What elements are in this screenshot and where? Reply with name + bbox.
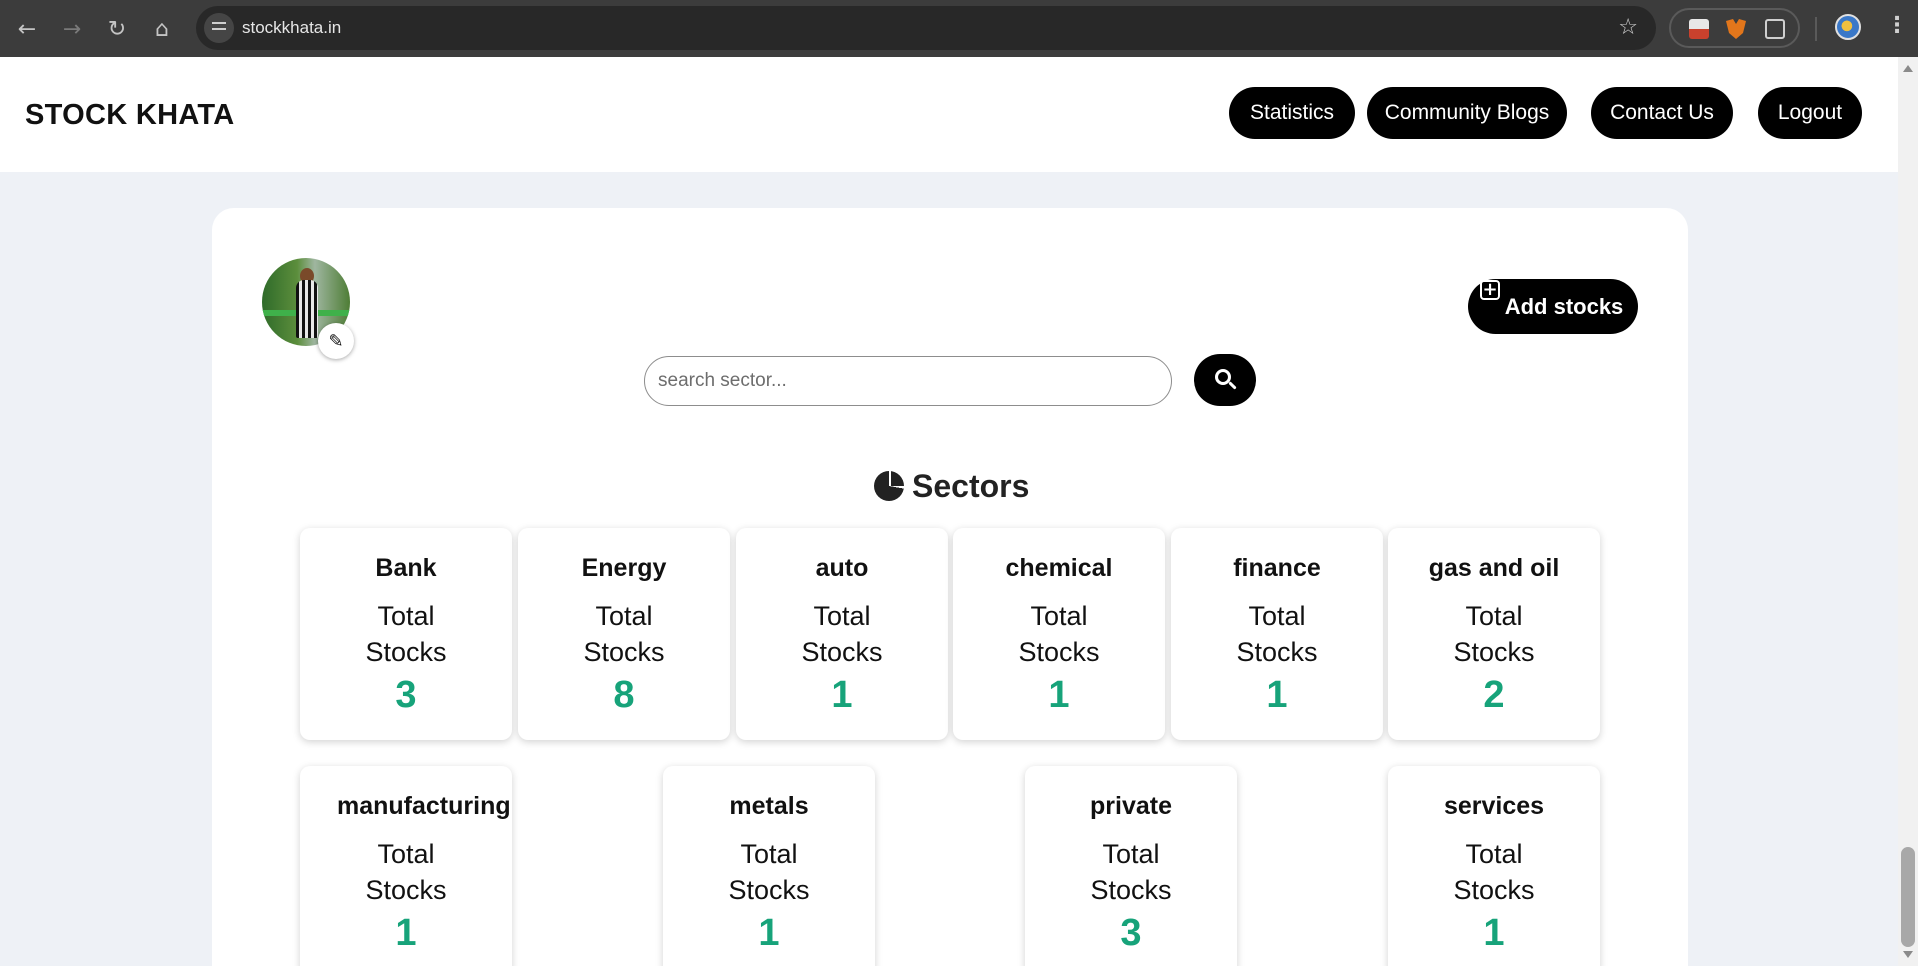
sector-card-finance[interactable]: finance Total Stocks 1 [1171, 528, 1383, 740]
extensions-group [1669, 8, 1800, 48]
search-button[interactable] [1194, 354, 1256, 406]
sector-total-label: Total Stocks [1453, 601, 1535, 667]
puzzle-extensions-icon[interactable] [1765, 19, 1785, 39]
sector-card-services[interactable]: services Total Stocks 1 [1388, 766, 1600, 966]
sector-card-auto[interactable]: auto Total Stocks 1 [736, 528, 948, 740]
extension-icon[interactable] [1689, 19, 1709, 39]
add-stocks-button[interactable]: + Add stocks [1468, 279, 1638, 334]
sector-name: metals [729, 792, 809, 820]
sector-card-chemical[interactable]: chemical Total Stocks 1 [953, 528, 1165, 740]
sector-total-label: Total Stocks [365, 601, 447, 667]
sector-count: 1 [831, 674, 853, 716]
profile-avatar-icon[interactable] [1835, 14, 1861, 40]
sector-total-label: Total Stocks [728, 839, 810, 905]
sector-total-label: Total Stocks [365, 839, 447, 905]
site-logo[interactable]: STOCK KHATA [25, 99, 235, 132]
sector-count: 1 [758, 912, 780, 954]
sector-card-private[interactable]: private Total Stocks 3 [1025, 766, 1237, 966]
scroll-down-arrow-icon[interactable] [1903, 951, 1913, 958]
reload-icon[interactable]: ↻ [102, 14, 132, 44]
sector-count: 3 [395, 674, 417, 716]
nav-statistics-button[interactable]: Statistics [1229, 87, 1355, 139]
sector-count: 1 [1048, 674, 1070, 716]
sector-card-gas-and-oil[interactable]: gas and oil Total Stocks 2 [1388, 528, 1600, 740]
scroll-up-arrow-icon[interactable] [1903, 65, 1913, 72]
sector-name: chemical [1005, 554, 1113, 582]
sector-card-energy[interactable]: Energy Total Stocks 8 [518, 528, 730, 740]
sector-name: Energy [581, 554, 667, 582]
sector-card-manufacturing[interactable]: manufacturing Total Stocks 1 [300, 766, 512, 966]
sector-total-label: Total Stocks [1018, 601, 1100, 667]
back-icon[interactable]: ← [12, 14, 42, 44]
nav-contact-us-button[interactable]: Contact Us [1591, 87, 1733, 139]
home-icon[interactable]: ⌂ [147, 14, 177, 44]
page-scrollbar[interactable] [1898, 57, 1918, 966]
sector-count: 3 [1120, 912, 1142, 954]
nav-logout-button[interactable]: Logout [1758, 87, 1862, 139]
sector-count: 1 [395, 912, 417, 954]
url-text: stockkhata.in [242, 18, 342, 37]
scrollbar-thumb[interactable] [1901, 847, 1915, 947]
sector-name: services [1443, 792, 1545, 820]
sector-total-label: Total Stocks [1090, 839, 1172, 905]
add-stocks-label: Add stocks [1504, 293, 1624, 319]
sector-name: Bank [375, 554, 437, 582]
nav-community-blogs-button[interactable]: Community Blogs [1367, 87, 1567, 139]
search-sector-input[interactable] [644, 356, 1172, 406]
bookmark-star-icon[interactable]: ☆ [1618, 14, 1638, 40]
sector-count: 1 [1483, 912, 1505, 954]
browser-toolbar: ← → ↻ ⌂ stockkhata.in ☆ ⋮ [0, 0, 1918, 57]
pencil-edit-icon[interactable]: ✎ [318, 323, 354, 359]
sector-name: private [1090, 792, 1172, 820]
sector-name: manufacturing [337, 792, 511, 820]
sector-name: finance [1233, 554, 1321, 582]
forward-icon[interactable]: → [57, 14, 87, 44]
sector-count: 2 [1483, 674, 1505, 716]
sector-total-label: Total Stocks [1453, 839, 1535, 905]
sector-card-metals[interactable]: metals Total Stocks 1 [663, 766, 875, 966]
site-info-icon[interactable] [204, 13, 234, 43]
sector-total-label: Total Stocks [583, 601, 665, 667]
sector-card-bank[interactable]: Bank Total Stocks 3 [300, 528, 512, 740]
pie-chart-icon [874, 471, 904, 501]
sector-total-label: Total Stocks [801, 601, 883, 667]
site-header: STOCK KHATA Statistics Community Blogs C… [0, 57, 1898, 172]
sector-name: gas and oil [1428, 554, 1560, 582]
dashboard-card: ✎ + Add stocks Sectors Bank TotalStocks … [212, 208, 1688, 966]
metamask-fox-icon[interactable] [1726, 19, 1746, 39]
sector-count: 8 [613, 674, 635, 716]
sector-name: auto [815, 554, 869, 582]
address-bar[interactable]: stockkhata.in ☆ [196, 6, 1656, 50]
toolbar-divider [1815, 17, 1817, 41]
plus-square-icon: + [1480, 280, 1500, 300]
sector-count: 1 [1266, 674, 1288, 716]
sector-total-label: Total Stocks [1236, 601, 1318, 667]
kebab-menu-icon[interactable]: ⋮ [1886, 12, 1908, 38]
sectors-heading: Sectors [874, 468, 1029, 504]
sectors-title: Sectors [912, 467, 1030, 504]
